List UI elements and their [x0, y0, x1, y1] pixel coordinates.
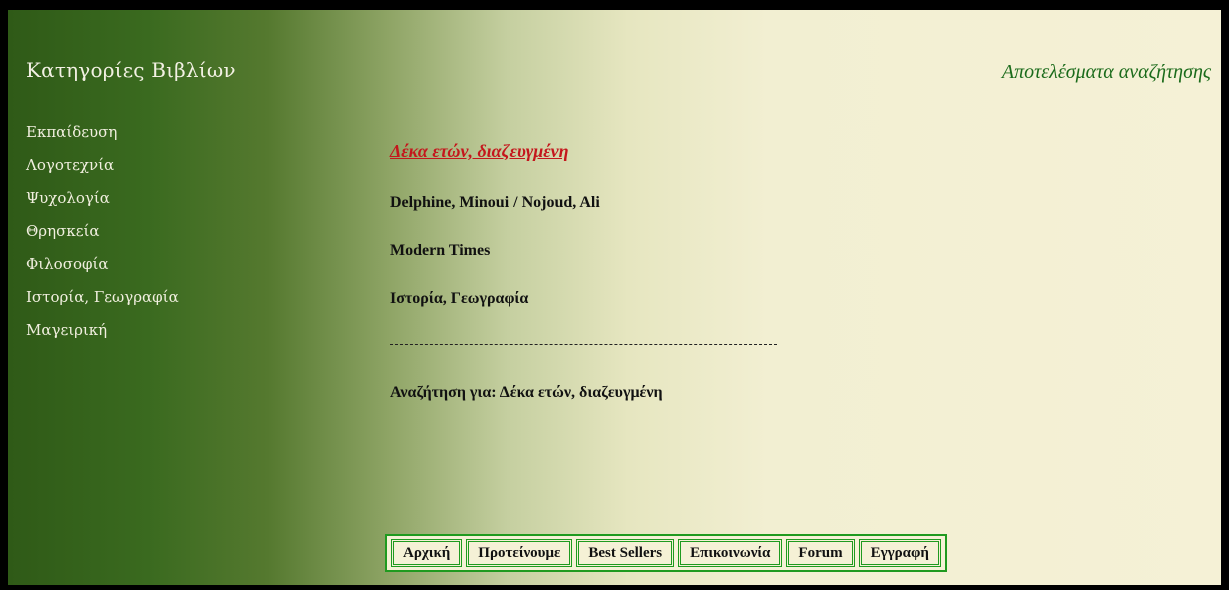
book-authors: Delphine, Minoui / Nojoud, Ali	[390, 194, 600, 211]
nav-button-home[interactable]: Αρχική	[391, 539, 463, 567]
book-title-link[interactable]: Δέκα ετών, διαζευγμένη	[390, 141, 569, 162]
category-link-cooking[interactable]: Μαγειρική	[26, 314, 179, 347]
category-link-history-geography[interactable]: Ιστορία, Γεωγραφία	[26, 281, 179, 314]
nav-button-recommended[interactable]: Προτείνουμε	[466, 539, 573, 567]
sidebar-title: Κατηγορίες Βιβλίων	[26, 58, 236, 82]
book-category: Ιστορία, Γεωγραφία	[390, 290, 529, 307]
nav-button-contact[interactable]: Επικοινωνία	[678, 539, 783, 567]
page: Κατηγορίες Βιβλίων Εκπαίδευση Λογοτεχνία…	[8, 10, 1221, 585]
category-link-philosophy[interactable]: Φιλοσοφία	[26, 248, 179, 281]
book-publisher: Modern Times	[390, 242, 491, 259]
bottom-nav: Αρχική Προτείνουμε Best Sellers Επικοινω…	[385, 534, 947, 572]
nav-button-register[interactable]: Εγγραφή	[858, 539, 941, 567]
search-summary: Αναζήτηση για: Δέκα ετών, διαζευγμένη	[390, 384, 663, 401]
category-link-psychology[interactable]: Ψυχολογία	[26, 182, 179, 215]
nav-button-forum[interactable]: Forum	[786, 539, 855, 567]
category-link-literature[interactable]: Λογοτεχνία	[26, 149, 179, 182]
category-link-religion[interactable]: Θρησκεία	[26, 215, 179, 248]
browser-frame: Κατηγορίες Βιβλίων Εκπαίδευση Λογοτεχνία…	[0, 0, 1229, 590]
category-list: Εκπαίδευση Λογοτεχνία Ψυχολογία Θρησκεία…	[26, 116, 179, 347]
category-link-education[interactable]: Εκπαίδευση	[26, 116, 179, 149]
results-heading: Αποτελέσματα αναζήτησης	[1001, 61, 1211, 83]
nav-button-best-sellers[interactable]: Best Sellers	[576, 539, 675, 567]
divider	[390, 344, 777, 345]
